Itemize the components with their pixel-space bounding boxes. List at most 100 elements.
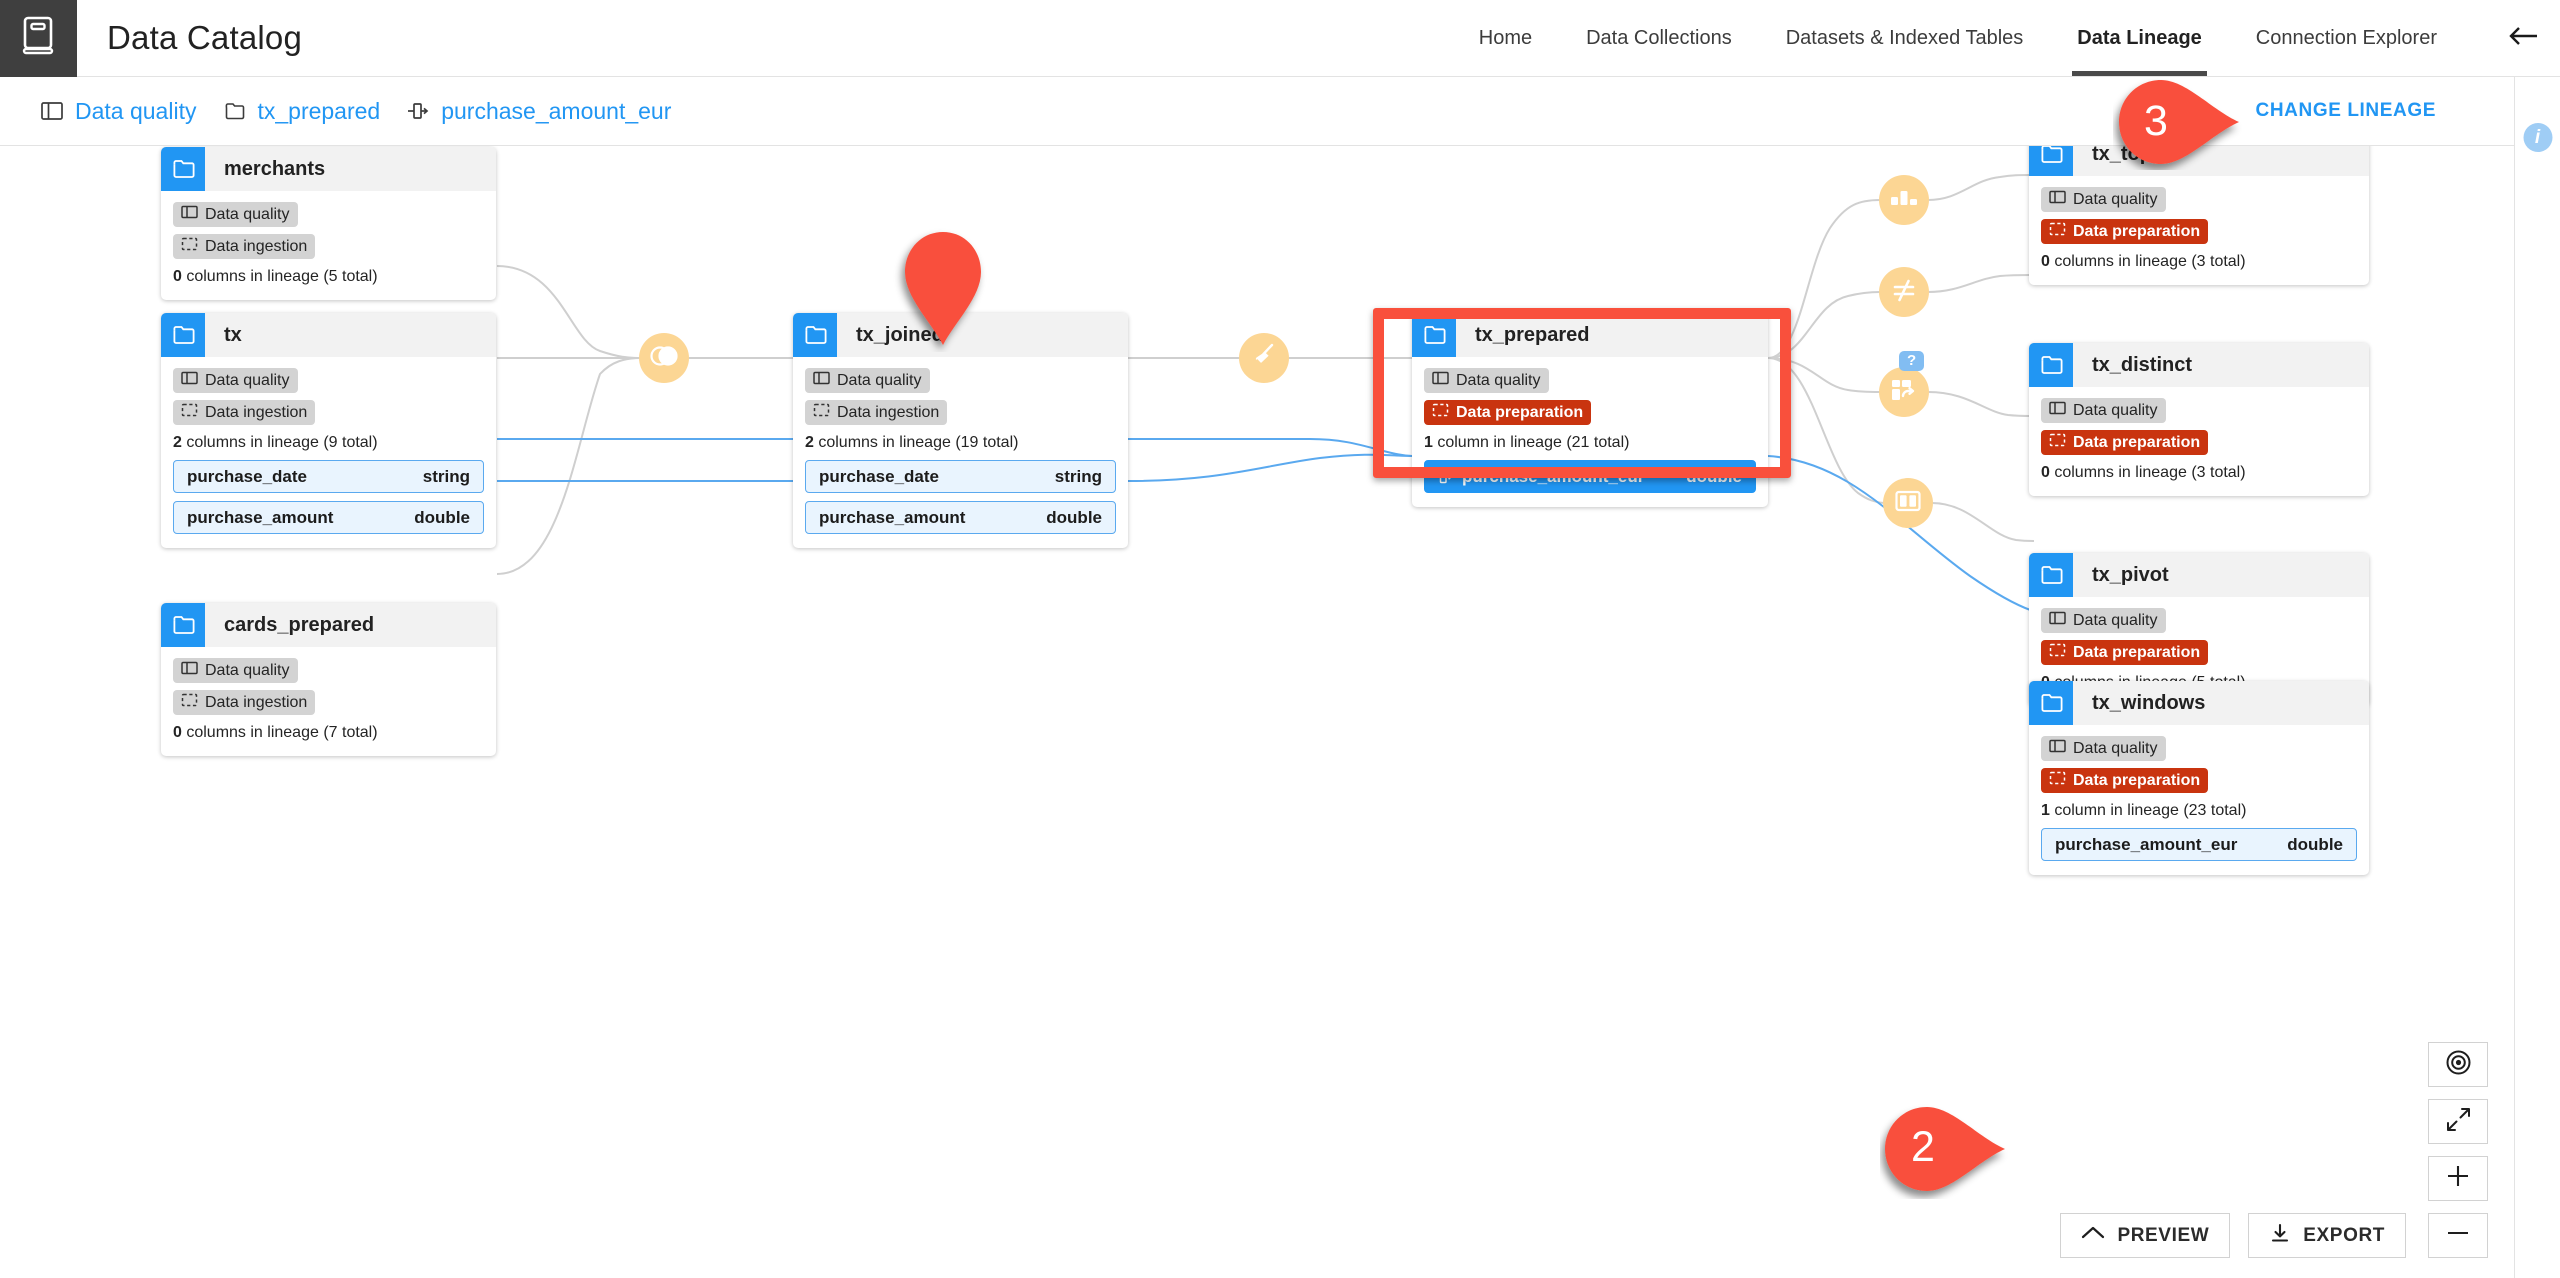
column-row[interactable]: purchase_date string xyxy=(805,460,1116,493)
folder-icon xyxy=(793,313,837,357)
chip-label: Data preparation xyxy=(2073,771,2201,789)
column-row[interactable]: purchase_amount_eur double xyxy=(2041,828,2357,861)
chip-data-preparation[interactable]: Data preparation xyxy=(2041,219,2209,244)
operator-windows[interactable] xyxy=(1883,478,1933,528)
node-tx-topn[interactable]: tx_topn Data quality Data preparation 0 … xyxy=(2029,146,2369,285)
chip-data-quality[interactable]: Data quality xyxy=(2041,398,2166,423)
operator-pivot[interactable]: ? xyxy=(1879,351,1929,417)
lineage-canvas[interactable]: merchants Data quality Data ingestion 0 … xyxy=(0,146,2514,1278)
zoom-in-button[interactable] xyxy=(2428,1156,2488,1201)
export-button[interactable]: EXPORT xyxy=(2248,1213,2406,1258)
column-name: purchase_date xyxy=(187,466,307,486)
node-title: cards_prepared xyxy=(224,613,375,636)
chip-data-ingestion[interactable]: Data ingestion xyxy=(173,690,316,715)
recenter-button[interactable] xyxy=(2428,1042,2488,1087)
node-header: tx_joined xyxy=(793,313,1128,357)
app-logo[interactable] xyxy=(0,0,77,77)
tab-datasets-indexed-tables[interactable]: Datasets & Indexed Tables xyxy=(1759,0,2051,76)
breadcrumb-item-tx-prepared[interactable]: tx_prepared xyxy=(222,98,380,125)
node-tx-distinct[interactable]: tx_distinct Data quality Data preparatio… xyxy=(2029,343,2369,496)
breadcrumb-item-data-quality[interactable]: Data quality xyxy=(40,98,196,125)
change-lineage-button[interactable]: CHANGE LINEAGE xyxy=(2256,100,2436,122)
chip-data-preparation[interactable]: Data preparation xyxy=(1424,400,1592,425)
breadcrumb-item-purchase-amount-eur[interactable]: purchase_amount_eur xyxy=(406,98,671,125)
node-tx-prepared[interactable]: tx_prepared Data quality Data preparatio… xyxy=(1412,313,1768,507)
operator-distinct[interactable] xyxy=(1879,267,1929,317)
tab-data-lineage[interactable]: Data Lineage xyxy=(2050,0,2228,76)
bar-chart-icon xyxy=(1889,186,1919,215)
book-icon xyxy=(22,16,56,61)
preview-button[interactable]: PREVIEW xyxy=(2060,1213,2231,1258)
operator-join[interactable] xyxy=(639,333,689,383)
chip-data-quality[interactable]: Data quality xyxy=(2041,736,2166,761)
chip-data-ingestion[interactable]: Data ingestion xyxy=(173,234,316,259)
node-body: Data quality Data preparation 0 columns … xyxy=(2029,176,2369,285)
operator-cleanse[interactable] xyxy=(1239,333,1289,383)
dashed-box-icon xyxy=(181,403,198,422)
operator-help-badge[interactable]: ? xyxy=(1899,351,1925,371)
chip-label: Data ingestion xyxy=(205,403,308,421)
info-icon[interactable]: i xyxy=(2523,123,2552,152)
dashed-box-icon xyxy=(813,403,830,422)
folder-icon xyxy=(2029,681,2073,725)
folder-icon xyxy=(161,313,205,357)
dashed-box-icon xyxy=(181,693,198,712)
tab-home[interactable]: Home xyxy=(1452,0,1559,76)
chip-data-quality[interactable]: Data quality xyxy=(173,658,298,683)
not-equal-icon xyxy=(1890,276,1918,309)
chip-label: Data quality xyxy=(205,205,290,223)
right-rail: i xyxy=(2514,77,2560,1278)
column-name: purchase_amount_eur xyxy=(1462,466,1645,486)
column-row-selected[interactable]: purchase_amount_eur double xyxy=(1424,460,1756,493)
panel-icon xyxy=(2049,611,2066,630)
lineage-count: 1 column in lineage (21 total) xyxy=(1424,434,1630,451)
lineage-count: 0 columns in lineage (3 total) xyxy=(2041,253,2246,270)
column-row[interactable]: purchase_amount double xyxy=(805,501,1116,534)
chip-data-quality[interactable]: Data quality xyxy=(2041,187,2166,212)
node-title: tx_distinct xyxy=(2092,353,2193,376)
column-row[interactable]: purchase_amount double xyxy=(173,501,484,534)
chip-data-preparation[interactable]: Data preparation xyxy=(2041,640,2209,665)
fit-to-screen-button[interactable] xyxy=(2428,1099,2488,1144)
dashed-box-icon xyxy=(2049,222,2066,241)
dashed-box-icon xyxy=(2049,433,2066,452)
arrow-left-icon xyxy=(2508,24,2538,53)
chip-data-preparation[interactable]: Data preparation xyxy=(2041,430,2209,455)
chip-data-ingestion[interactable]: Data ingestion xyxy=(173,400,316,425)
node-body: Data quality Data ingestion 2 columns in… xyxy=(793,357,1128,548)
back-button[interactable] xyxy=(2486,0,2560,76)
column-type: double xyxy=(1046,507,1102,527)
breadcrumb-label: purchase_amount_eur xyxy=(441,97,672,124)
export-label: EXPORT xyxy=(2303,1224,2385,1246)
chip-data-quality[interactable]: Data quality xyxy=(2041,608,2166,633)
zoom-out-button[interactable] xyxy=(2428,1213,2488,1258)
chip-data-quality[interactable]: Data quality xyxy=(173,202,298,227)
node-title: tx_topn xyxy=(2092,146,2165,165)
chip-data-ingestion[interactable]: Data ingestion xyxy=(805,400,948,425)
zoom-controls xyxy=(2428,1042,2488,1258)
preview-label: PREVIEW xyxy=(2117,1224,2210,1246)
node-tx[interactable]: tx Data quality Data ingestion 2 columns… xyxy=(161,313,496,548)
chip-data-quality[interactable]: Data quality xyxy=(173,368,298,393)
panel-icon xyxy=(181,661,198,680)
operator-topn[interactable] xyxy=(1879,175,1929,225)
chip-data-preparation[interactable]: Data preparation xyxy=(2041,768,2209,793)
panel-icon xyxy=(813,371,830,390)
node-header: merchants xyxy=(161,147,496,191)
tab-data-collections[interactable]: Data Collections xyxy=(1559,0,1759,76)
node-tx-windows[interactable]: tx_windows Data quality Data preparation… xyxy=(2029,681,2369,875)
chip-label: Data ingestion xyxy=(837,403,940,421)
tab-connection-explorer[interactable]: Connection Explorer xyxy=(2229,0,2464,76)
chip-data-quality[interactable]: Data quality xyxy=(805,368,930,393)
breadcrumb-label: Data quality xyxy=(75,97,197,124)
node-title: tx_joined xyxy=(856,323,944,346)
node-merchants[interactable]: merchants Data quality Data ingestion 0 … xyxy=(161,147,496,300)
node-cards-prepared[interactable]: cards_prepared Data quality Data ingesti… xyxy=(161,603,496,756)
column-row[interactable]: purchase_date string xyxy=(173,460,484,493)
dashed-box-icon xyxy=(2049,771,2066,790)
panel-icon xyxy=(2049,739,2066,758)
chip-label: Data ingestion xyxy=(205,693,308,711)
node-tx-joined[interactable]: tx_joined Data quality Data ingestion 2 … xyxy=(793,313,1128,548)
chip-data-quality[interactable]: Data quality xyxy=(1424,368,1549,393)
node-title: merchants xyxy=(224,157,326,180)
